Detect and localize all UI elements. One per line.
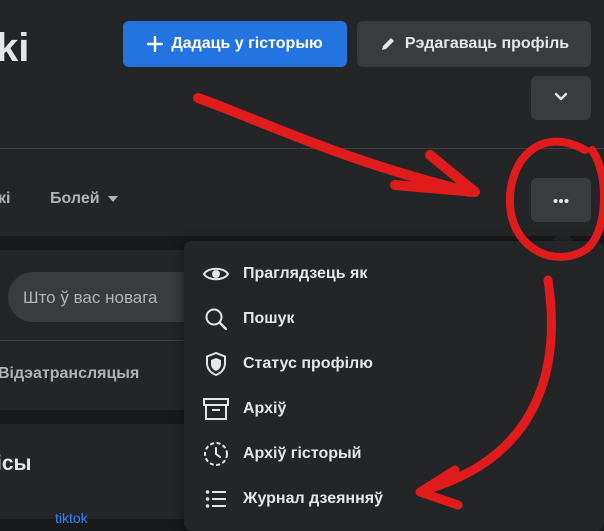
caret-down-icon xyxy=(107,196,118,202)
expand-button[interactable] xyxy=(531,76,591,120)
menu-item-label: Статус профілю xyxy=(243,354,373,372)
edit-profile-button[interactable]: Рэдагаваць профіль xyxy=(357,21,591,67)
live-video-button[interactable]: Відэатрансляцыя xyxy=(0,365,139,383)
more-options-button[interactable] xyxy=(531,178,591,222)
menu-item-label: Журнал дзеянняў xyxy=(243,489,383,507)
menu-item-story-archive[interactable]: Архіў гісторый xyxy=(184,431,604,476)
tab-more-label: Болей xyxy=(50,190,100,207)
shield-icon xyxy=(202,350,230,378)
search-icon xyxy=(202,305,230,333)
eye-icon xyxy=(202,260,230,288)
menu-item-profile-status[interactable]: Статус профілю xyxy=(184,341,604,386)
menu-item-label: Архіў xyxy=(243,399,287,417)
edit-profile-label: Рэдагаваць профіль xyxy=(404,35,570,52)
pencil-icon xyxy=(379,35,397,53)
section-title: ісы xyxy=(0,452,32,475)
add-to-story-button[interactable]: Дадаць у гісторыю xyxy=(123,21,347,67)
more-options-menu: Праглядзець як Пошук Статус профілю Архі… xyxy=(184,241,604,531)
menu-item-label: Праглядзець як xyxy=(243,264,368,282)
list-icon xyxy=(202,485,230,513)
menu-item-search[interactable]: Пошук xyxy=(184,296,604,341)
archive-icon xyxy=(202,395,230,423)
composer-placeholder: Што ў вас новага xyxy=(23,288,158,307)
menu-item-label: Архіў гісторый xyxy=(243,444,362,462)
menu-item-archive[interactable]: Архіў xyxy=(184,386,604,431)
menu-item-activity-log[interactable]: Журнал дзеянняў xyxy=(184,476,604,521)
header-divider xyxy=(0,148,604,149)
plus-icon xyxy=(147,36,164,52)
section-link[interactable]: tiktok xyxy=(55,510,88,526)
tab-more[interactable]: Болей xyxy=(50,190,118,208)
menu-item-view-as[interactable]: Праглядзець як xyxy=(184,251,604,296)
more-dots-icon xyxy=(553,191,569,209)
add-to-story-label: Дадаць у гісторыю xyxy=(171,35,323,52)
tab-partial[interactable]: кі xyxy=(0,190,10,208)
profile-name: ki xyxy=(0,26,30,70)
composer-divider xyxy=(0,340,200,341)
chevron-down-icon xyxy=(554,89,568,107)
story-archive-icon xyxy=(202,440,230,468)
menu-item-label: Пошук xyxy=(243,309,295,327)
